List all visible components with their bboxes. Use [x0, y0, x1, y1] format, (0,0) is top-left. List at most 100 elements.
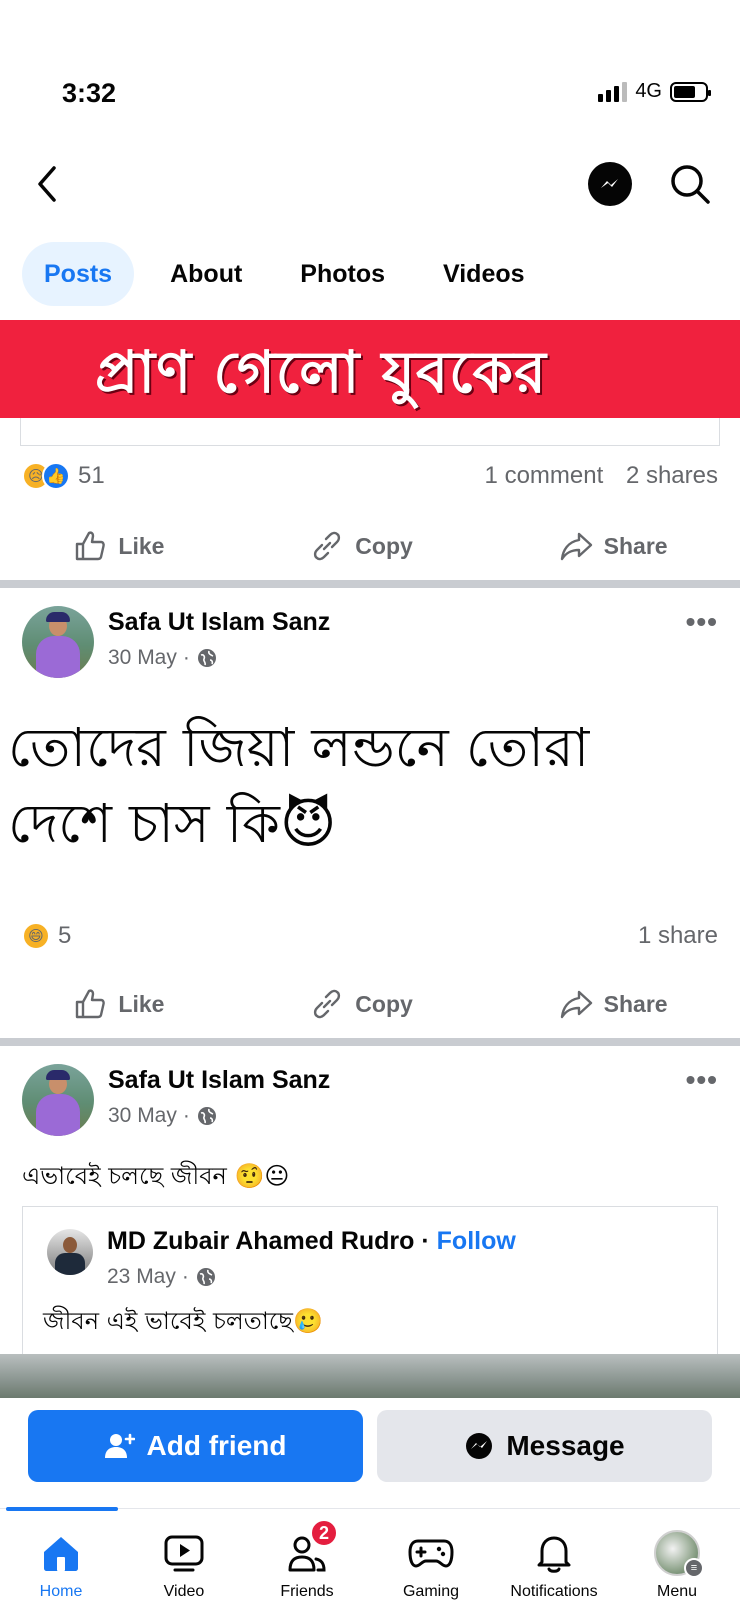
copy-label: Copy	[355, 532, 413, 559]
bell-icon	[537, 1536, 571, 1573]
post-text: এভাবেই চলছে জীবন 🤨😐	[22, 1162, 290, 1190]
reaction-icons[interactable]: 😥 👍 51	[22, 462, 105, 490]
copy-label: Copy	[355, 990, 413, 1017]
share-label: Share	[603, 532, 668, 559]
tab-about[interactable]: About	[148, 242, 264, 306]
thumbs-up-icon	[76, 531, 106, 561]
link-icon	[314, 531, 341, 561]
post-date[interactable]: 30 May	[108, 1104, 177, 1128]
nav-home[interactable]: Home	[0, 1531, 126, 1600]
nav-gaming[interactable]: Gaming	[366, 1531, 496, 1600]
like-label: Like	[118, 532, 165, 559]
profile-tabs: Posts About Photos Videos	[22, 242, 561, 306]
shared-author[interactable]: MD Zubair Ahamed Rudro	[107, 1227, 414, 1255]
status-time: 3:32	[62, 78, 117, 108]
avatar[interactable]	[47, 1229, 93, 1275]
link-icon	[314, 989, 341, 1019]
nav-label: Notifications	[510, 1583, 598, 1600]
add-friend-label: Add friend	[146, 1430, 287, 1461]
comment-count[interactable]: 1 comment	[485, 462, 604, 489]
shared-date[interactable]: 23 May	[107, 1265, 176, 1289]
shared-meta: 23 May ·	[107, 1265, 217, 1289]
active-tab-indicator	[6, 1507, 118, 1511]
globe-icon	[197, 649, 216, 667]
shared-post-card[interactable]: MD Zubair Ahamed Rudro · Follow 23 May · …	[22, 1206, 718, 1366]
haha-reaction-icon: 😄	[22, 922, 50, 950]
post-meta: 30 May ·	[108, 646, 218, 670]
copy-button[interactable]: Copy	[309, 986, 413, 1022]
message-label: Message	[506, 1430, 625, 1461]
post-meta: 30 May ·	[108, 1104, 218, 1128]
tab-photos[interactable]: Photos	[278, 242, 407, 306]
tab-videos[interactable]: Videos	[421, 242, 547, 306]
home-icon	[44, 1537, 78, 1571]
post1-header: Safa Ut Islam Sanz 30 May · •••	[22, 606, 718, 682]
like-button[interactable]: Like	[72, 986, 164, 1022]
search-button[interactable]	[666, 160, 714, 208]
reaction-count: 51	[78, 462, 105, 489]
banner-text: প্রাণ গেলো যুবকের	[95, 338, 547, 406]
nav-notifications[interactable]: Notifications	[489, 1531, 619, 1600]
top-nav-bar	[0, 150, 740, 220]
post-divider	[0, 1038, 740, 1046]
copy-button[interactable]: Copy	[309, 528, 413, 564]
profile-cta-bar: Add friend Message	[0, 1398, 740, 1510]
network-type: 4G	[635, 80, 662, 102]
link-card-bottom	[20, 418, 720, 446]
post0-reaction-summary: 😥 👍 51 1 comment 2 shares	[22, 462, 718, 490]
share-count[interactable]: 1 share	[638, 922, 718, 949]
reaction-count: 5	[58, 922, 72, 949]
nav-label: Menu	[656, 1583, 698, 1600]
like-reaction-icon: 👍	[42, 462, 70, 490]
shared-post-photo[interactable]	[0, 1354, 740, 1398]
tab-posts[interactable]: Posts	[22, 242, 135, 306]
share-arrow-icon	[560, 532, 592, 561]
status-indicators: 4G	[598, 80, 711, 103]
post0-actions: Like Copy Share	[0, 516, 740, 576]
nav-label: Video	[163, 1583, 205, 1600]
globe-icon	[196, 1268, 215, 1286]
nav-label: Friends	[280, 1583, 334, 1600]
chevron-left-icon	[38, 166, 56, 202]
shared-author-line: MD Zubair Ahamed Rudro · Follow	[107, 1227, 516, 1255]
nav-label: Gaming	[402, 1583, 460, 1600]
bottom-tab-bar: Home Video 2 Friends Gaming Notification…	[0, 1507, 740, 1600]
add-friend-button[interactable]: Add friend	[28, 1410, 363, 1482]
share-label: Share	[603, 990, 668, 1017]
post1-reaction-summary: 😄 5 1 share	[22, 922, 718, 950]
nav-video[interactable]: Video	[119, 1531, 249, 1600]
back-button[interactable]	[28, 162, 68, 206]
post-divider	[0, 580, 740, 588]
messenger-button[interactable]	[588, 162, 632, 206]
share-button[interactable]: Share	[558, 986, 668, 1022]
friends-badge: 2	[310, 1519, 338, 1547]
more-options-icon[interactable]: •••	[686, 1064, 718, 1096]
more-options-icon[interactable]: •••	[686, 606, 718, 638]
post-author[interactable]: Safa Ut Islam Sanz	[108, 1066, 330, 1095]
like-button[interactable]: Like	[72, 528, 164, 564]
menu-avatar: ≡	[654, 1530, 704, 1578]
reaction-icons[interactable]: 😄 5	[22, 922, 71, 950]
share-count[interactable]: 2 shares	[626, 462, 718, 489]
post-text-line: দেশে চাস কি😈	[8, 792, 337, 855]
nav-friends[interactable]: 2 Friends	[242, 1519, 372, 1600]
messenger-icon	[601, 179, 618, 188]
post-author[interactable]: Safa Ut Islam Sanz	[108, 608, 330, 637]
like-label: Like	[118, 990, 165, 1017]
avatar[interactable]	[22, 1064, 94, 1136]
share-button[interactable]: Share	[558, 528, 668, 564]
post2-header: Safa Ut Islam Sanz 30 May · •••	[22, 1064, 718, 1140]
post-image-banner[interactable]: প্রাণ গেলো যুবকের	[0, 320, 740, 418]
post-date[interactable]: 30 May	[108, 646, 177, 670]
menu-lines-icon: ≡	[684, 1558, 704, 1578]
post1-actions: Like Copy Share	[0, 974, 740, 1034]
follow-link[interactable]: Follow	[437, 1227, 516, 1255]
post-text-large: তোদের জিয়া লন্ডনে তোরা দেশে চাস কি😈	[8, 710, 708, 862]
message-button[interactable]: Message	[377, 1410, 712, 1482]
avatar[interactable]	[22, 606, 94, 678]
share-arrow-icon	[560, 990, 592, 1019]
status-bar: 3:32 4G	[0, 0, 740, 140]
nav-menu[interactable]: ≡ Menu	[612, 1530, 740, 1600]
search-icon	[671, 165, 710, 204]
messenger-icon	[466, 1433, 493, 1459]
